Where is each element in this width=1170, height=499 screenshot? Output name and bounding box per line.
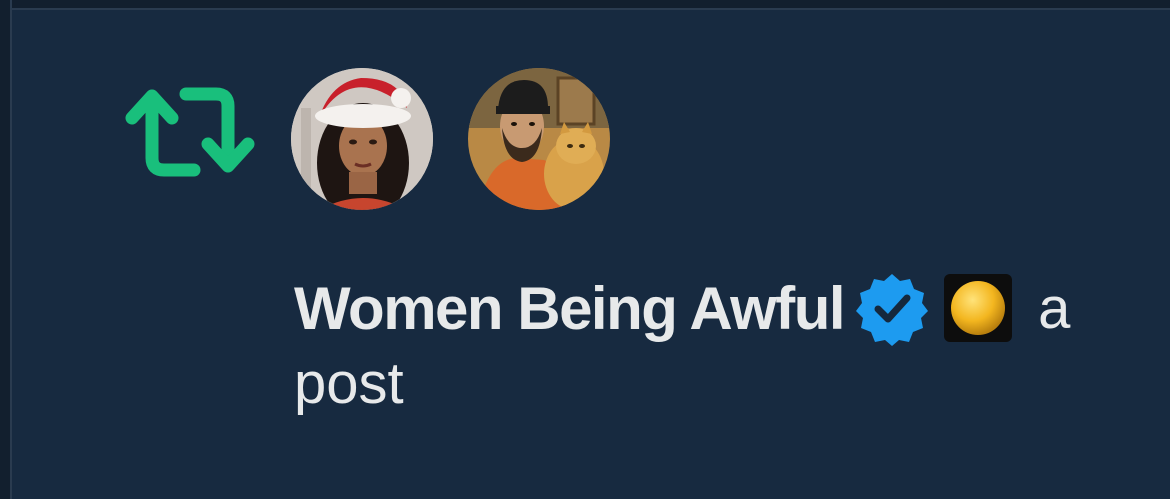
verified-badge-icon (856, 274, 929, 346)
top-divider (0, 0, 1170, 10)
left-divider (0, 0, 12, 499)
notice-line-2: post (294, 351, 404, 416)
retweet-notice: Women Being Awful a post (294, 270, 1170, 417)
avatar-bearded-man-cat[interactable] (468, 68, 610, 210)
account-name[interactable]: Women Being Awful (294, 274, 846, 343)
notice-line-1: Women Being Awful a (294, 270, 1170, 346)
notification-card[interactable]: Women Being Awful a post (0, 0, 1170, 499)
affiliate-badge-icon (944, 274, 1013, 342)
avatar-santa-hat[interactable] (291, 68, 433, 210)
retweet-icon (125, 87, 255, 177)
action-text: a (1038, 275, 1071, 341)
